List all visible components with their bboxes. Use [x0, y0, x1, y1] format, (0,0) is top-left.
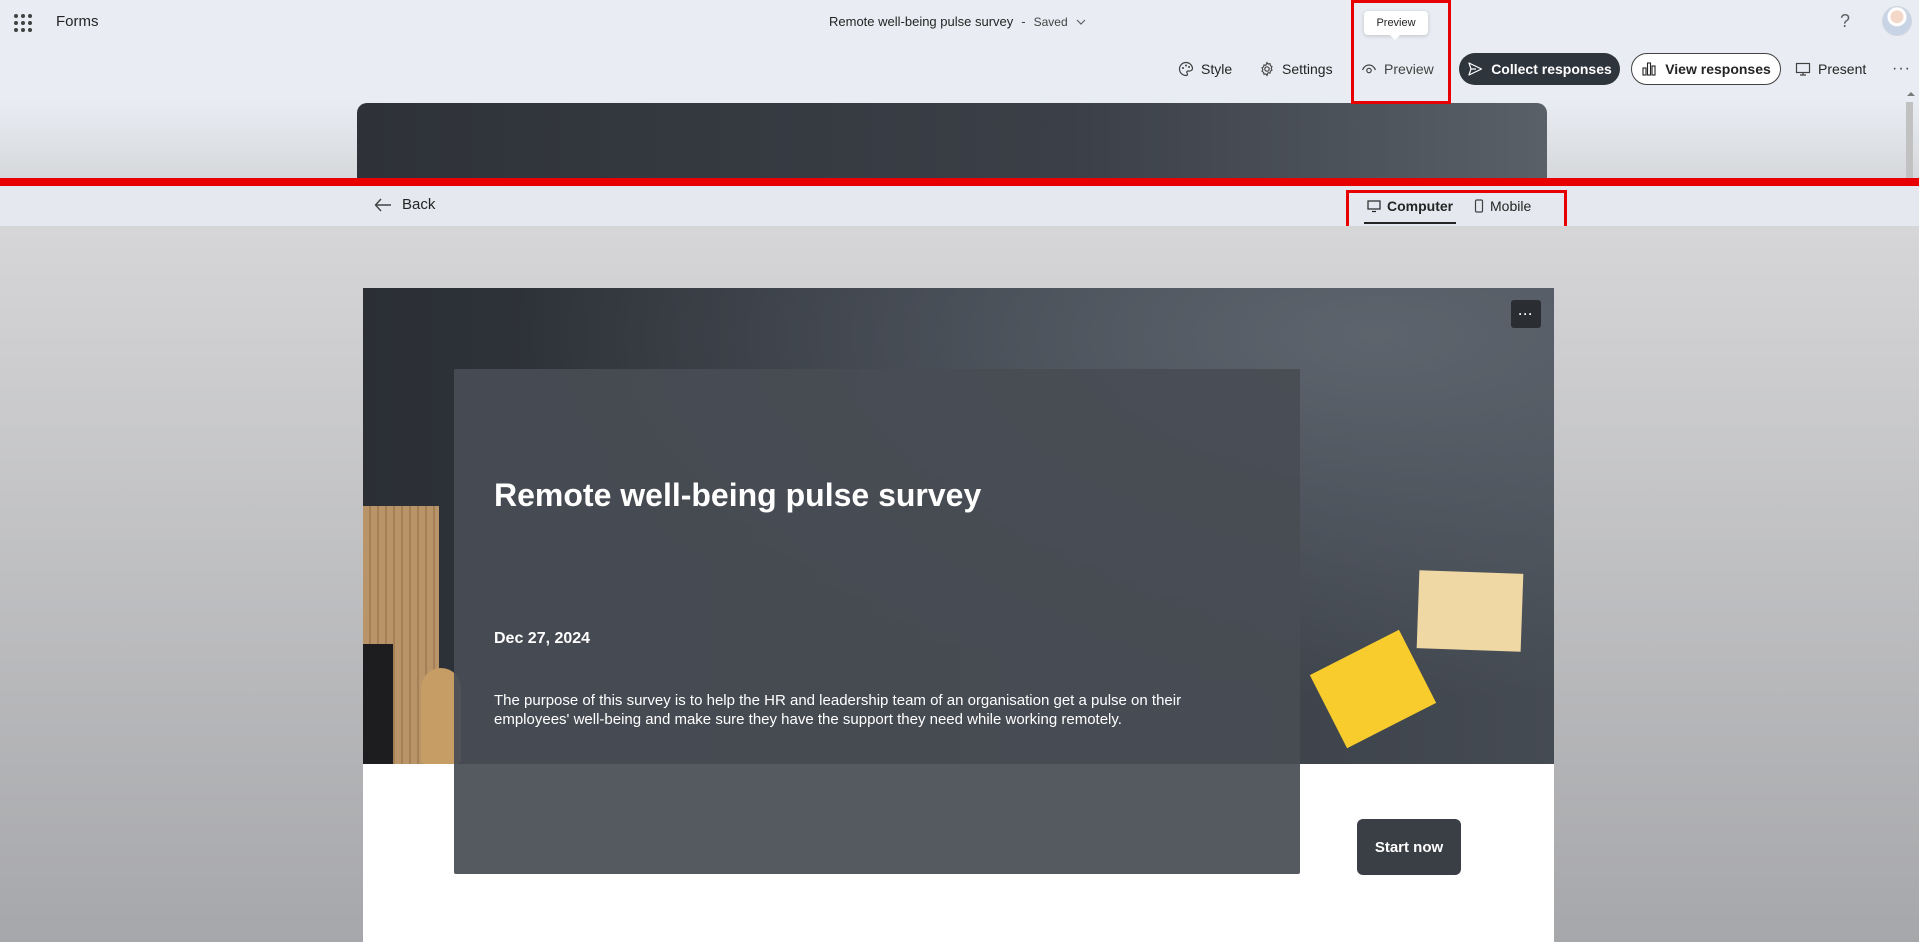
- collect-responses-button[interactable]: Collect responses: [1459, 53, 1620, 85]
- view-responses-button[interactable]: View responses: [1631, 53, 1781, 85]
- title-separator: -: [1021, 14, 1026, 29]
- back-button-label: Back: [402, 196, 436, 213]
- form-title: Remote well-being pulse survey: [494, 477, 982, 513]
- arrow-left-icon: [374, 198, 391, 211]
- notebook-decoration: [363, 644, 393, 764]
- start-now-button[interactable]: Start now: [1357, 819, 1461, 875]
- form-card: ··· Remote well-being pulse survey Dec 2…: [363, 288, 1554, 942]
- palette-icon: [1178, 61, 1194, 77]
- monitor-icon: [1367, 200, 1381, 213]
- style-button-label: Style: [1201, 61, 1233, 77]
- presentation-icon: [1795, 62, 1811, 76]
- save-status: Saved: [1033, 14, 1068, 29]
- form-date: Dec 27, 2024: [494, 630, 591, 647]
- form-info-panel: Remote well-being pulse survey Dec 27, 2…: [454, 369, 1300, 874]
- send-icon: [1468, 62, 1483, 76]
- form-description: The purpose of this survey is to help th…: [494, 692, 1182, 728]
- collect-responses-label: Collect responses: [1491, 61, 1612, 77]
- help-icon[interactable]: ?: [1840, 11, 1850, 32]
- tab-mobile-label: Mobile: [1490, 198, 1532, 214]
- editor-header: Forms Remote well-being pulse survey - S…: [0, 0, 1919, 178]
- bar-chart-icon: [1642, 62, 1656, 76]
- editor-scrollbar[interactable]: [1904, 92, 1915, 178]
- tab-mobile[interactable]: Mobile: [1474, 195, 1531, 217]
- tab-computer[interactable]: Computer: [1363, 195, 1457, 224]
- divider-line: [0, 178, 1919, 186]
- view-responses-label: View responses: [1665, 61, 1771, 77]
- settings-button[interactable]: Settings: [1259, 58, 1333, 80]
- preview-button[interactable]: Preview: [1361, 58, 1434, 80]
- sticky-note-decoration: [1416, 570, 1524, 652]
- document-title-menu[interactable]: Remote well-being pulse survey - Saved: [829, 14, 1086, 29]
- app-name[interactable]: Forms: [56, 13, 99, 30]
- phone-icon: [1474, 199, 1484, 213]
- style-button[interactable]: Style: [1178, 58, 1232, 80]
- settings-button-label: Settings: [1282, 61, 1333, 77]
- preview-tooltip: Preview: [1364, 11, 1428, 40]
- present-button-label: Present: [1818, 61, 1867, 77]
- app-launcher-icon[interactable]: [14, 14, 32, 32]
- eye-icon: [1361, 64, 1377, 74]
- tab-computer-label: Computer: [1387, 198, 1454, 214]
- avatar[interactable]: [1882, 6, 1912, 36]
- chevron-down-icon: [1076, 19, 1086, 25]
- present-button[interactable]: Present: [1795, 58, 1866, 80]
- back-button[interactable]: Back: [374, 196, 435, 213]
- editor-form-banner: [357, 103, 1547, 178]
- document-title: Remote well-being pulse survey: [829, 14, 1014, 29]
- more-options-icon[interactable]: ···: [1892, 60, 1911, 78]
- preview-toolbar: Back Computer Mobile: [0, 186, 1919, 226]
- preview-button-label: Preview: [1384, 61, 1434, 77]
- gear-icon: [1261, 61, 1273, 77]
- form-more-options-icon[interactable]: ···: [1511, 300, 1541, 328]
